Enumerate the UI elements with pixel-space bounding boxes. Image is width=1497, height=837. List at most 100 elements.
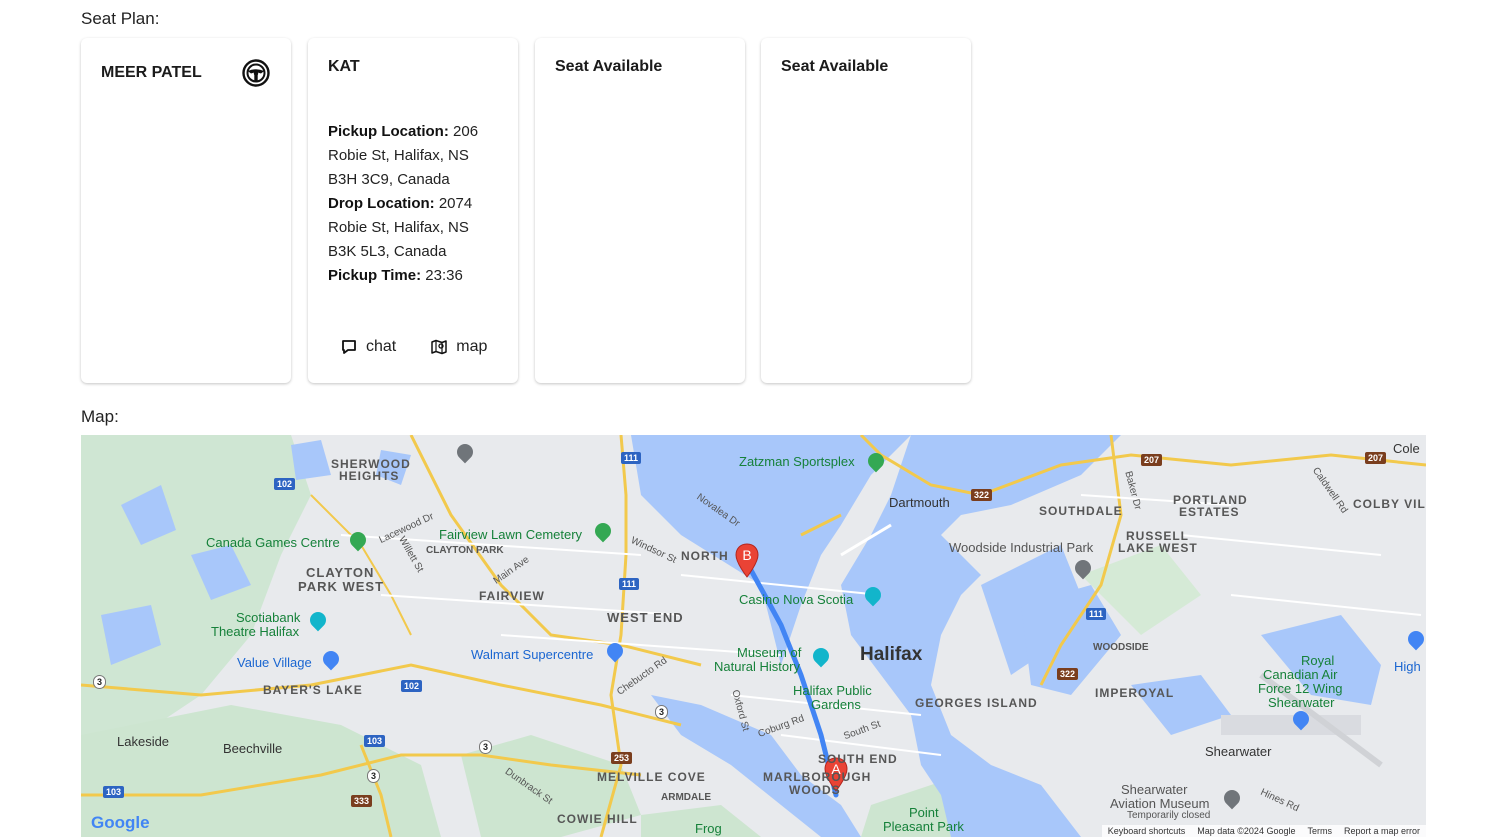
map-label-canadian-air: Canadian Air	[1263, 667, 1338, 682]
map-label-marlborough-1: MARLBOROUGH	[763, 770, 872, 784]
highway-shield: 333	[351, 795, 373, 807]
steering-wheel-icon	[242, 59, 270, 87]
highway-shield: 102	[274, 478, 296, 490]
map-label-melville-cove: MELVILLE COVE	[597, 770, 706, 784]
route-map[interactable]: B A SHERWOOD HEIGHTS Zatzman Sportsplex …	[81, 435, 1426, 837]
highway-shield: 111	[619, 578, 640, 590]
highway-shield: 102	[401, 680, 423, 692]
map-label: map	[456, 338, 488, 355]
seat-card-available-3: Seat Available	[535, 38, 745, 383]
map-label-heights: HEIGHTS	[339, 469, 400, 483]
highway-shield: 3	[93, 675, 107, 689]
passenger-trip-info: Pickup Location: 206 Robie St, Halifax, …	[328, 120, 498, 288]
map-label-halifax: Halifax	[860, 644, 923, 665]
map-label-armdale: ARMDALE	[661, 792, 711, 803]
map-label-park-west: PARK WEST	[298, 579, 385, 594]
terms-link[interactable]: Terms	[1307, 826, 1332, 836]
highway-shield: 3	[479, 740, 493, 754]
highway-shield: 103	[103, 786, 125, 798]
seat-plan-cards: MEER PATEL KAT Pickup Location: 206 Robi…	[81, 38, 973, 384]
pickup-location-label: Pickup Location:	[328, 123, 449, 140]
map-label-frog: Frog	[695, 821, 722, 836]
map-heading: Map:	[81, 407, 119, 426]
map-label-casino: Casino Nova Scotia	[739, 592, 854, 607]
map-label-estates: ESTATES	[1179, 505, 1240, 519]
seat-card-driver: MEER PATEL	[81, 38, 291, 383]
map-label-cole: Cole	[1393, 441, 1420, 456]
highway-shield: 253	[611, 752, 633, 764]
highway-shield: 111	[621, 452, 642, 464]
chat-button[interactable]: chat	[340, 338, 396, 356]
map-attribution: Keyboard shortcuts Map data ©2024 Google…	[1101, 825, 1426, 837]
chat-icon	[342, 340, 356, 354]
highway-shield: 103	[364, 735, 386, 747]
map-label-georges-island: GEORGES ISLAND	[915, 696, 1038, 710]
pickup-time-label: Pickup Time:	[328, 267, 422, 284]
map-label-temporarily-closed: Temporarily closed	[1127, 810, 1211, 821]
google-logo-text: Google	[91, 813, 150, 832]
map-label-public-gardens-1: Halifax Public	[793, 683, 872, 698]
seat-card-passenger: KAT Pickup Location: 206 Robie St, Halif…	[308, 38, 518, 383]
map-label-lakeside: Lakeside	[117, 734, 170, 749]
map-label-dartmouth: Dartmouth	[889, 495, 950, 510]
map-label-bayers-lake: BAYER'S LAKE	[263, 683, 363, 697]
map-label-marlborough-2: WOODS	[789, 783, 841, 797]
highway-shield: 3	[655, 705, 669, 719]
map-label-aviation-1: Shearwater	[1121, 782, 1188, 797]
map-label-imperoyal: IMPEROYAL	[1095, 686, 1175, 700]
highway-shield: 111	[1086, 608, 1107, 620]
chat-label: chat	[366, 338, 397, 355]
map-label-museum-1: Museum of	[737, 645, 802, 660]
pickup-time-value: 23:36	[421, 267, 463, 284]
highway-shield: 322	[1057, 668, 1079, 680]
map-label-cowie-hill: COWIE HILL	[557, 812, 638, 826]
map-label-zatzman: Zatzman Sportsplex	[739, 454, 855, 469]
map-label-lake-west: LAKE WEST	[1118, 541, 1198, 555]
drop-location-label: Drop Location:	[328, 195, 435, 212]
map-data-text: Map data ©2024 Google	[1197, 826, 1296, 836]
map-label-north: NORTH	[681, 549, 729, 563]
map-label-canada-games: Canada Games Centre	[206, 535, 340, 550]
seat-plan-heading: Seat Plan:	[81, 9, 160, 28]
map-label-south-end: SOUTH END	[818, 752, 898, 766]
passenger-actions: chat map	[340, 338, 487, 356]
map-label-walmart: Walmart Supercentre	[471, 647, 594, 662]
seat-available-label: Seat Available	[555, 58, 663, 75]
map-label-clayton: CLAYTON	[306, 565, 375, 580]
keyboard-shortcuts-link[interactable]: Keyboard shortcuts	[1108, 826, 1186, 836]
map-label-scotiabank: Scotiabank	[236, 610, 301, 625]
map-label-woodside: WOODSIDE	[1093, 642, 1149, 653]
map-label-fairview: FAIRVIEW	[479, 589, 545, 603]
map-button[interactable]: map	[430, 338, 487, 356]
map-label-public-gardens-2: Gardens	[811, 697, 861, 712]
map-label-beechville: Beechville	[223, 741, 283, 756]
map-icon	[431, 339, 447, 355]
map-label-point-pleasant-2: Pleasant Park	[883, 819, 964, 834]
map-label-museum-2: Natural History	[714, 659, 800, 674]
passenger-name: KAT	[328, 58, 360, 75]
highway-shield: 322	[971, 489, 993, 501]
map-label-shearwater: Shearwater	[1205, 744, 1272, 759]
map-label-high: High	[1394, 659, 1421, 674]
map-label-value-village: Value Village	[237, 655, 312, 670]
report-error-link[interactable]: Report a map error	[1344, 826, 1420, 836]
map-label-woodside-industrial: Woodside Industrial Park	[949, 540, 1094, 555]
map-label-point-pleasant-1: Point	[909, 805, 939, 820]
map-label-royal: Royal	[1301, 653, 1335, 668]
seat-available-label: Seat Available	[781, 58, 889, 75]
map-label-southdale: SOUTHDALE	[1039, 504, 1123, 518]
map-label-force12: Force 12 Wing	[1258, 681, 1343, 696]
map-label-theatre: Theatre Halifax	[211, 624, 300, 639]
highway-shield: 3	[367, 769, 381, 783]
map-label-clayton-park: CLAYTON PARK	[426, 545, 504, 556]
map-label-fairview-cemetery: Fairview Lawn Cemetery	[439, 527, 583, 542]
highway-shield: 207	[1141, 454, 1163, 466]
map-label-colby: COLBY VILL	[1353, 497, 1426, 511]
map-label-west-end: WEST END	[607, 610, 684, 625]
highway-shield: 207	[1365, 452, 1387, 464]
map-label-shearwater-base: Shearwater	[1268, 695, 1335, 710]
map-marker-b[interactable]: B	[734, 543, 760, 579]
seat-card-available-4: Seat Available	[761, 38, 971, 383]
map-label-aviation-2: Aviation Museum	[1110, 796, 1210, 811]
google-logo: Google	[91, 813, 150, 833]
